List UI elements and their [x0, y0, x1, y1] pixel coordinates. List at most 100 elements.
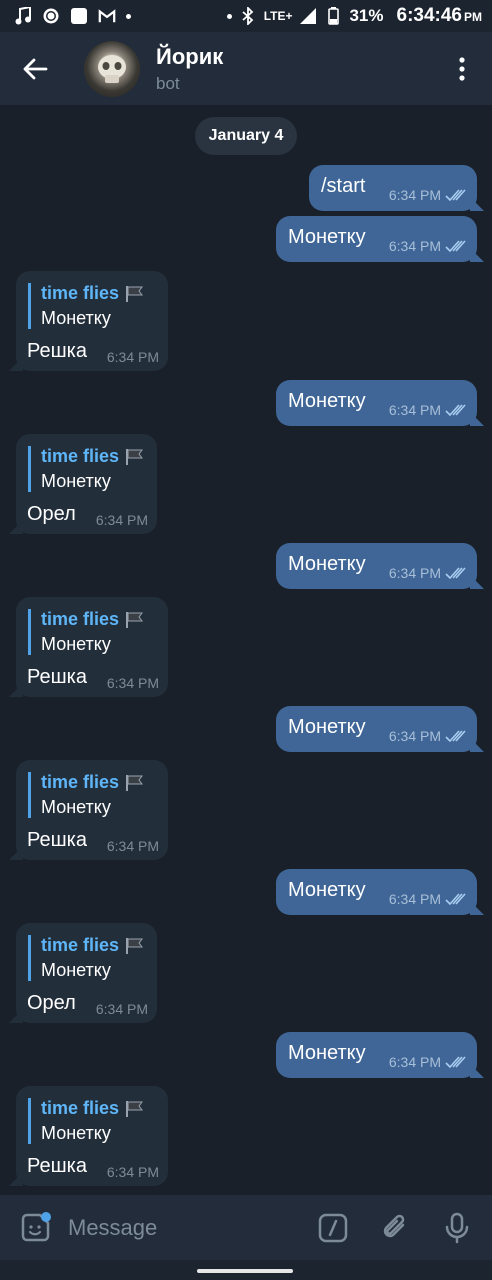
system-nav-bar: [0, 1260, 492, 1280]
message-meta: 6:34 PM: [107, 838, 159, 854]
bubble-tail: [470, 248, 484, 262]
indicator-dot-icon: [226, 13, 232, 19]
bubble-tail: [9, 683, 23, 697]
flag-icon: [126, 448, 144, 465]
sticker-emoji-button[interactable]: [18, 1211, 52, 1245]
slash-command-icon: [318, 1213, 348, 1242]
quote-text: Монетку: [41, 797, 111, 817]
incoming-message[interactable]: time flies Монетку Решка 6:34 PM: [9, 1086, 168, 1186]
quote-author: time flies: [41, 935, 120, 955]
outgoing-message[interactable]: Монетку 6:34 PM: [276, 380, 484, 426]
flag-icon: [126, 285, 144, 302]
message-meta: 6:34 PM: [389, 402, 467, 418]
message-text: Монетку: [288, 226, 366, 248]
square-app-icon: [70, 7, 88, 25]
battery-percent: 31%: [349, 6, 384, 25]
gmail-icon: [98, 7, 116, 25]
bubble-tail: [9, 846, 23, 860]
outgoing-message[interactable]: Монетку 6:34 PM: [276, 869, 484, 915]
message-input[interactable]: Message: [68, 1215, 288, 1241]
reply-quote[interactable]: time flies Монетку: [28, 1098, 145, 1144]
flag-icon: [126, 937, 144, 954]
message-text: Орел: [27, 992, 76, 1014]
message-meta: 6:34 PM: [389, 1054, 467, 1070]
reply-quote[interactable]: time flies Монетку: [28, 609, 145, 655]
double-check-icon: [445, 1056, 466, 1068]
message-text: /start: [321, 175, 366, 197]
cell-signal-icon: [299, 7, 317, 25]
date-separator: January 4: [195, 117, 297, 155]
double-check-icon: [445, 567, 466, 579]
reply-quote[interactable]: time flies Монетку: [28, 935, 145, 981]
incoming-message[interactable]: time flies Монетку Решка 6:34 PM: [9, 271, 168, 371]
quote-author: time flies: [41, 446, 120, 466]
quote-text: Монетку: [41, 471, 111, 491]
outgoing-message[interactable]: Монетку 6:34 PM: [276, 1032, 484, 1078]
status-bar: LTE+ 31% 6:34:46 PM: [0, 0, 492, 32]
quote-author: time flies: [41, 1098, 120, 1118]
bot-commands-button[interactable]: [316, 1211, 350, 1245]
message-text: Монетку: [288, 553, 366, 575]
outgoing-message[interactable]: Монетку 6:34 PM: [276, 216, 484, 262]
message-meta: 6:34 PM: [96, 1001, 148, 1017]
reply-quote[interactable]: time flies Монетку: [28, 772, 145, 818]
reply-quote[interactable]: time flies Монетку: [28, 446, 145, 492]
message-text: Решка: [27, 1155, 87, 1177]
double-check-icon: [445, 893, 466, 905]
notification-dot-icon: [126, 13, 131, 19]
back-button[interactable]: [0, 32, 70, 105]
quote-author: time flies: [41, 609, 120, 629]
flag-icon: [126, 611, 144, 628]
incoming-message[interactable]: time flies Монетку Орел 6:34 PM: [9, 923, 157, 1023]
message-time: 6:34 PM: [388, 402, 441, 418]
reply-quote[interactable]: time flies Монетку: [28, 283, 145, 329]
microphone-icon: [445, 1212, 469, 1243]
flag-icon: [126, 774, 144, 791]
message-meta: 6:34 PM: [389, 238, 467, 254]
clock-ampm: PM: [464, 10, 482, 24]
message-text: Монетку: [288, 1042, 366, 1064]
sticker-icon: [21, 1211, 51, 1241]
incoming-message[interactable]: time flies Монетку Решка 6:34 PM: [9, 597, 168, 697]
message-time: 6:34 PM: [388, 728, 441, 744]
bluetooth-icon: [239, 7, 257, 25]
chat-subtitle: bot: [156, 73, 180, 93]
message-text: Монетку: [288, 716, 366, 738]
bubble-tail: [470, 575, 484, 589]
message-text: Монетку: [288, 879, 366, 901]
battery-icon: [324, 7, 342, 25]
message-list[interactable]: January 4 /start 6:34 PM Монетку 6:34 PM tim…: [0, 105, 492, 1195]
music-note-icon: [14, 7, 32, 25]
double-check-icon: [445, 240, 466, 252]
bubble-tail: [9, 1009, 23, 1023]
bubble-tail: [9, 1172, 23, 1186]
message-text: Решка: [27, 829, 87, 851]
kebab-menu-icon: [459, 56, 465, 81]
bot-avatar[interactable]: [84, 40, 140, 97]
clock-time: 6:34:46: [396, 5, 463, 26]
more-options-button[interactable]: [432, 32, 492, 105]
outgoing-message[interactable]: /start 6:34 PM: [309, 165, 484, 211]
message-time: 6:34 PM: [95, 1001, 148, 1017]
incoming-message[interactable]: time flies Монетку Орел 6:34 PM: [9, 434, 157, 534]
double-check-icon: [445, 404, 466, 416]
incoming-message[interactable]: time flies Монетку Решка 6:34 PM: [9, 760, 168, 860]
message-time: 6:34 PM: [388, 891, 441, 907]
message-text: Монетку: [288, 390, 366, 412]
message-meta: 6:34 PM: [107, 675, 159, 691]
message-time: 6:34 PM: [106, 838, 159, 854]
outgoing-message[interactable]: Монетку 6:34 PM: [276, 543, 484, 589]
flag-icon: [126, 1100, 144, 1117]
message-text: Решка: [27, 666, 87, 688]
home-gesture-handle[interactable]: [197, 1269, 293, 1273]
bubble-tail: [470, 197, 484, 211]
message-meta: 6:34 PM: [389, 891, 467, 907]
attach-button[interactable]: [378, 1211, 412, 1245]
quote-author: time flies: [41, 772, 120, 792]
voice-message-button[interactable]: [440, 1211, 474, 1245]
chat-title[interactable]: Йорик: [156, 44, 223, 70]
paperclip-icon: [383, 1214, 405, 1237]
message-time: 6:34 PM: [106, 675, 159, 691]
message-meta: 6:34 PM: [389, 187, 467, 203]
outgoing-message[interactable]: Монетку 6:34 PM: [276, 706, 484, 752]
